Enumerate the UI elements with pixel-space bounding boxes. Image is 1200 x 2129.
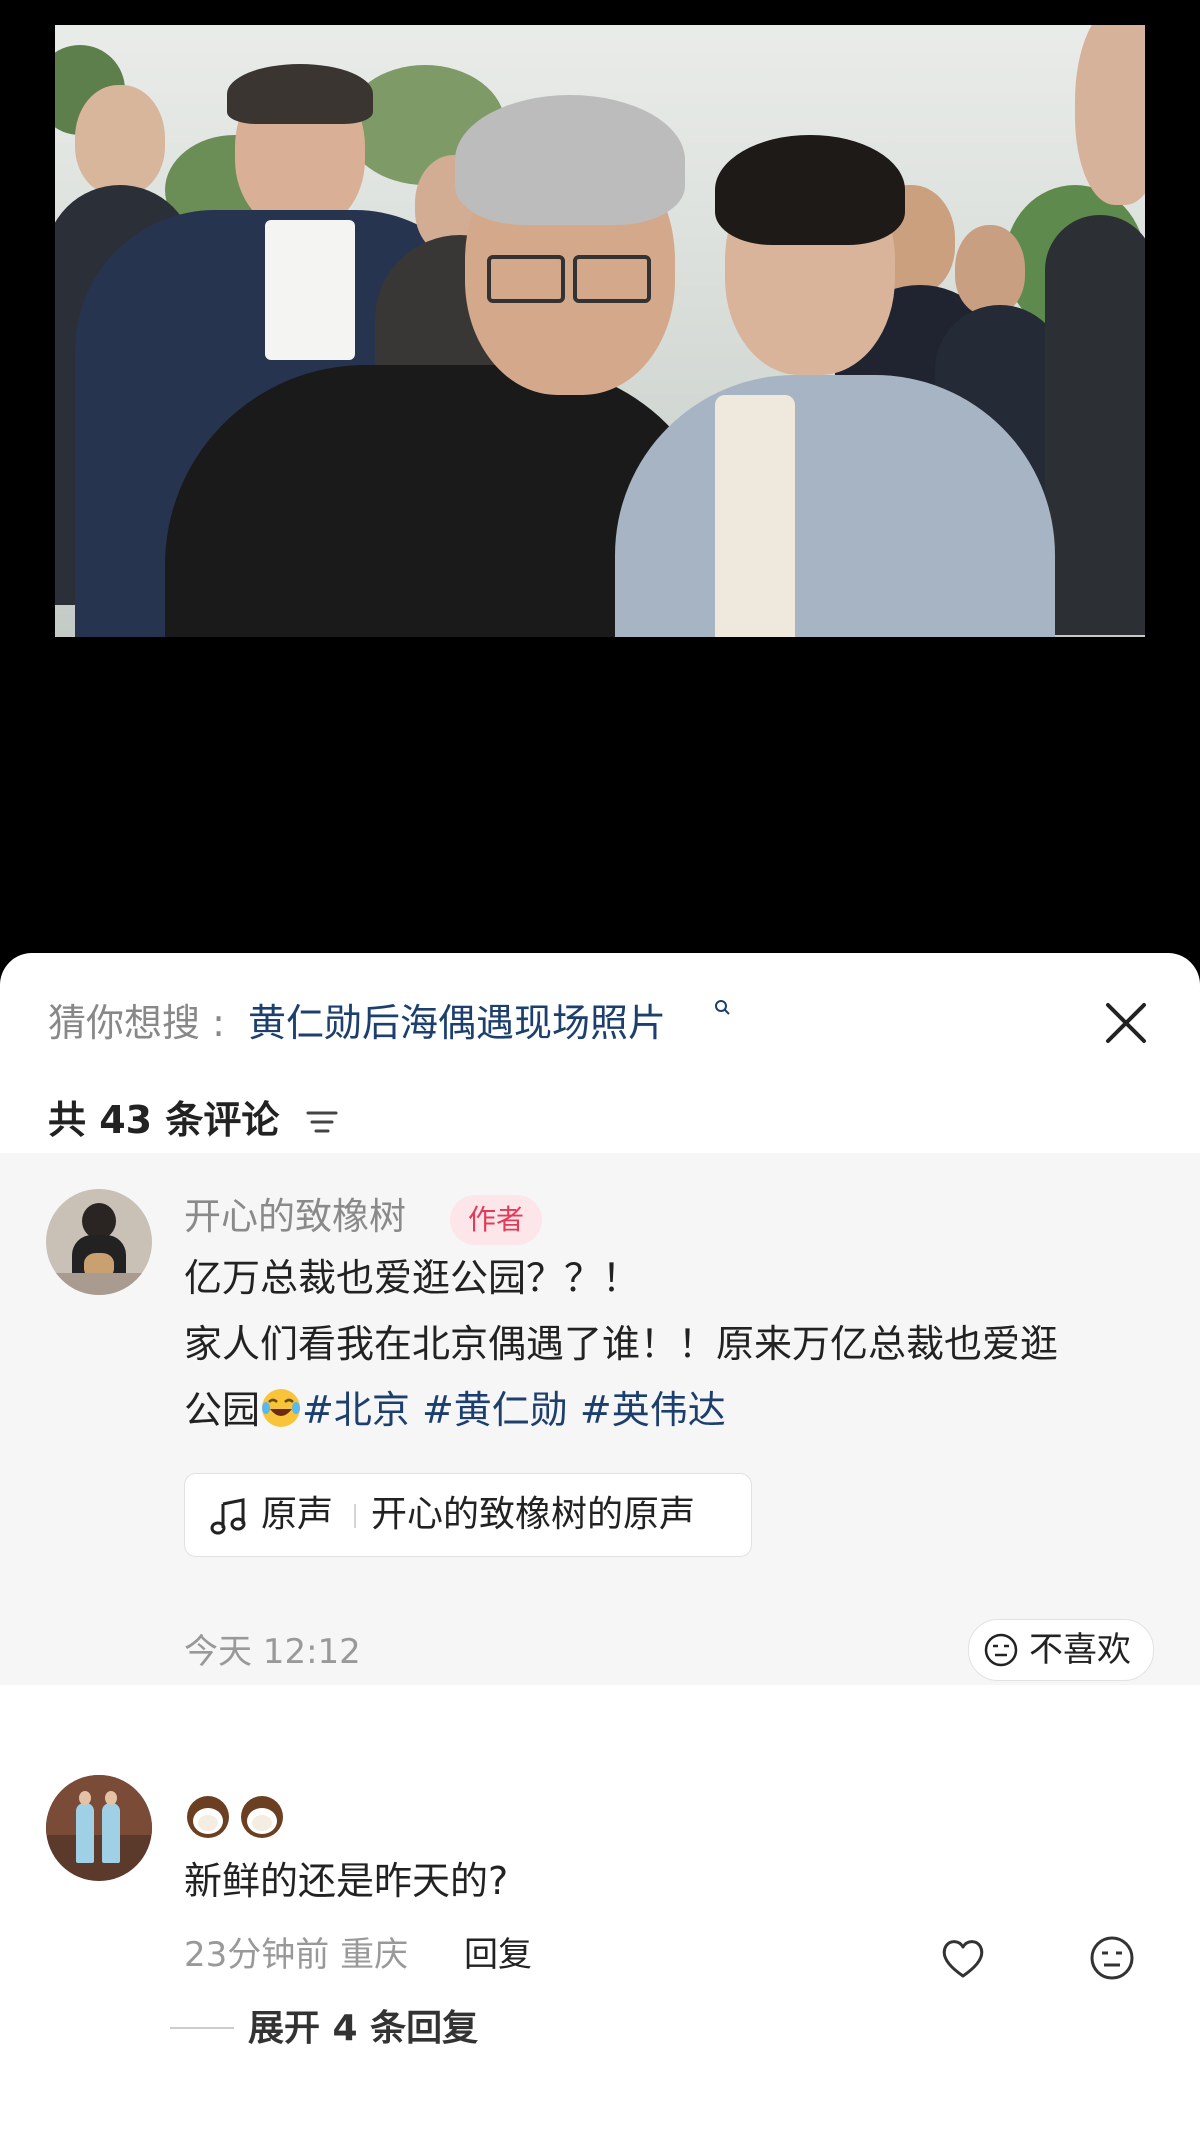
coconut-emoji-icon: [241, 1796, 283, 1838]
comment-line-text: 公园: [184, 1388, 261, 1432]
neutral-face-icon: [984, 1633, 1018, 1667]
sound-label: 原声: [261, 1494, 334, 1535]
hashtag-link[interactable]: #黄仁勋: [422, 1388, 568, 1432]
comment-meta: 23分钟前 重庆: [184, 1935, 409, 1975]
neutral-face-icon[interactable]: [1089, 1935, 1135, 1981]
author-comment: 开心的致橡树 作者 亿万总裁也爱逛公园？？！ 家人们看我在北京偶遇了谁！！原来万…: [0, 1153, 1200, 1685]
sound-name: 开心的致橡树的原声: [371, 1494, 696, 1535]
laughing-emoji-icon: [262, 1389, 301, 1427]
comment-text: 新鲜的还是昨天的?: [184, 1859, 509, 1903]
comment-line: 亿万总裁也爱逛公园？？！: [184, 1256, 641, 1300]
expand-replies-button[interactable]: 展开 4 条回复: [248, 2003, 478, 2055]
search-icon: [715, 1000, 730, 1015]
coconut-emoji-icon: [187, 1796, 229, 1838]
original-sound-chip[interactable]: 原声 开心的致橡树的原声: [184, 1473, 752, 1557]
heart-icon[interactable]: [940, 1937, 986, 1979]
comment-line: 家人们看我在北京偶遇了谁！！原来万亿总裁也爱逛: [184, 1322, 1059, 1366]
reply-button[interactable]: 回复: [464, 1929, 532, 1981]
post-photo[interactable]: [55, 25, 1145, 637]
search-suggestion[interactable]: 猜你想搜 : 黄仁勋后海偶遇现场照片: [48, 993, 1152, 1053]
expand-divider: [170, 2027, 234, 2029]
comments-sheet: 猜你想搜 : 黄仁勋后海偶遇现场照片 共 43 条评论 开心的致橡树 作者 亿万…: [0, 953, 1200, 2129]
music-note-icon: [210, 1498, 246, 1535]
dislike-label: 不喜欢: [1029, 1630, 1131, 1670]
comments-count-label: 共 43 条评论: [48, 1098, 280, 1142]
comment-item: 新鲜的还是昨天的? 23分钟前 重庆 回复 展开 4 条回复: [0, 1743, 1200, 2129]
search-suggestion-query[interactable]: 黄仁勋后海偶遇现场照片: [248, 993, 666, 1053]
sort-icon[interactable]: [306, 1109, 338, 1135]
dislike-button[interactable]: 不喜欢: [968, 1619, 1154, 1681]
avatar[interactable]: [46, 1775, 152, 1881]
comments-count: 共 43 条评论: [48, 1095, 338, 1145]
avatar[interactable]: [46, 1189, 152, 1295]
sound-divider: [354, 1504, 356, 1528]
author-badge: 作者: [450, 1195, 543, 1245]
author-name[interactable]: 开心的致橡树: [184, 1193, 406, 1241]
hashtag-link[interactable]: #英伟达: [580, 1388, 726, 1432]
commenter-name[interactable]: [184, 1793, 292, 1841]
comment-line: 公园 #北京 #黄仁勋 #英伟达: [184, 1377, 726, 1443]
close-icon[interactable]: [1100, 997, 1152, 1049]
comment-time: 今天 12:12: [184, 1632, 361, 1672]
search-suggestion-prefix: 猜你想搜 :: [48, 1001, 225, 1045]
hashtag-link[interactable]: #北京: [302, 1388, 410, 1432]
